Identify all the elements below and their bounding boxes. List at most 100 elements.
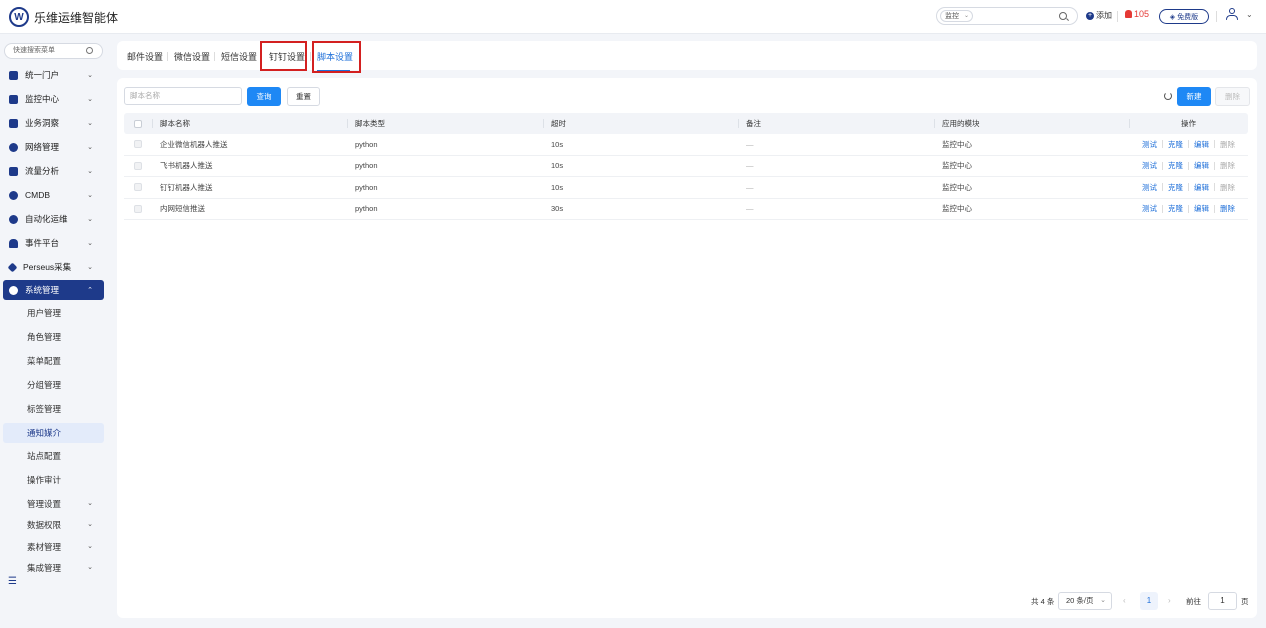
diamond-icon [7, 262, 18, 272]
page-number-current[interactable]: 1 [1140, 592, 1158, 610]
sidebar-subitem-groups[interactable]: 分组管理 [3, 375, 104, 395]
sidebar-item-label: 网络管理 [25, 142, 60, 152]
collapse-menu-icon[interactable]: ☰ [8, 576, 17, 587]
clone-link[interactable]: 克隆 [1168, 160, 1183, 171]
alerts-button[interactable]: 105 [1125, 9, 1149, 19]
prev-page-icon[interactable]: ‹ [1123, 596, 1126, 605]
sidebar-subitem-admin-settings[interactable]: 管理设置 ⌄ [3, 494, 104, 514]
chevron-down-icon: ⌄ [87, 521, 93, 528]
chevron-down-icon: ⌄ [87, 120, 93, 127]
delete-link[interactable]: 删除 [1220, 139, 1235, 150]
table-row[interactable]: 企业微信机器人推送 python 10s — 监控中心 测试 克隆 编辑 删除 [124, 134, 1248, 156]
delete-link[interactable]: 删除 [1220, 182, 1235, 193]
sidebar-item-automation[interactable]: 自动化运维 ⌄ [3, 209, 104, 229]
script-name-input[interactable]: 脚本名称 [124, 87, 242, 105]
page-size-select[interactable]: 20 条/页 ⌄ [1058, 592, 1112, 610]
header-checkbox-cell [124, 113, 152, 134]
sidebar-subitem-notify-media[interactable]: 通知媒介 [3, 423, 104, 443]
clone-link[interactable]: 克隆 [1168, 139, 1183, 150]
search-icon [86, 47, 93, 54]
sidebar-subitem-users[interactable]: 用户管理 [3, 303, 104, 323]
sidebar-item-portal[interactable]: 统一门户 ⌄ [3, 65, 104, 85]
search-icon[interactable] [1059, 12, 1067, 20]
app-logo-icon[interactable]: W [9, 7, 29, 27]
test-link[interactable]: 测试 [1142, 182, 1157, 193]
query-button[interactable]: 查询 [247, 87, 281, 106]
user-avatar-icon[interactable] [1226, 8, 1238, 21]
sidebar-subitem-tags[interactable]: 标签管理 [3, 399, 104, 419]
chevron-down-icon: ⌄ [87, 500, 93, 507]
chevron-down-icon: ⌄ [87, 144, 93, 151]
highlight-box-script [312, 41, 361, 73]
add-button[interactable]: + 添加 [1086, 10, 1112, 21]
script-list-panel: 脚本名称 查询 重置 新建 删除 脚本名称 脚本类型 超时 备注 应用的模块 操… [117, 78, 1257, 618]
sidebar-subitem-roles[interactable]: 角色管理 [3, 327, 104, 347]
sidebar-item-label: 统一门户 [25, 70, 60, 80]
edit-link[interactable]: 编辑 [1194, 182, 1209, 193]
sidebar-subitem-menus[interactable]: 菜单配置 [3, 351, 104, 371]
sidebar-subitem-audit[interactable]: 操作审计 [3, 470, 104, 490]
refresh-icon[interactable] [1164, 92, 1172, 100]
script-name: 飞书机器人推送 [160, 161, 213, 171]
sidebar-item-monitor[interactable]: 监控中心 ⌄ [3, 89, 104, 109]
sidebar-subitem-label: 数据权限 [27, 520, 62, 530]
tab-email[interactable]: 邮件设置 [127, 50, 163, 63]
delete-button[interactable]: 删除 [1215, 87, 1250, 106]
sidebar-subitem-data-permission[interactable]: 数据权限 ⌄ [3, 515, 104, 535]
sidebar-subitem-assets[interactable]: 素材管理 ⌄ [3, 537, 104, 557]
sidebar-subitem-site-config[interactable]: 站点配置 [3, 446, 104, 466]
clone-link[interactable]: 克隆 [1168, 182, 1183, 193]
script-note: — [746, 161, 754, 171]
edit-link[interactable]: 编辑 [1194, 203, 1209, 214]
chevron-down-icon: ⌄ [87, 168, 93, 175]
sidebar-subitem-integration[interactable]: 集成管理 ⌄ [3, 558, 104, 578]
test-link[interactable]: 测试 [1142, 139, 1157, 150]
sidebar-item-system[interactable]: 系统管理 ⌃ [3, 280, 104, 300]
script-type: python [355, 139, 378, 149]
table-row[interactable]: 飞书机器人推送 python 10s — 监控中心 测试 克隆 编辑 删除 [124, 156, 1248, 177]
free-edition-badge[interactable]: ◈ 免费版 [1159, 9, 1209, 24]
row-checkbox[interactable] [134, 183, 142, 192]
column-header: 备注 [738, 113, 934, 134]
tab-wechat[interactable]: 微信设置 [174, 50, 210, 63]
new-button[interactable]: 新建 [1177, 87, 1211, 106]
edit-link[interactable]: 编辑 [1194, 160, 1209, 171]
script-name: 内网短信推送 [160, 204, 205, 214]
script-module: 监控中心 [942, 139, 972, 149]
global-search-input[interactable]: 监控 ⌄ [936, 7, 1078, 25]
menu-search-input[interactable]: 快速搜索菜单 [4, 43, 103, 59]
next-page-icon[interactable]: › [1168, 596, 1171, 605]
search-scope-select[interactable]: 监控 ⌄ [940, 10, 973, 22]
row-checkbox[interactable] [134, 204, 142, 213]
sidebar-item-insight[interactable]: 业务洞察 ⌄ [3, 113, 104, 133]
clone-link[interactable]: 克隆 [1168, 203, 1183, 214]
row-checkbox[interactable] [134, 140, 142, 149]
free-edition-label: 免费版 [1177, 13, 1199, 21]
goto-page-input[interactable]: 1 [1208, 592, 1237, 610]
edit-link[interactable]: 编辑 [1194, 139, 1209, 150]
alert-count: 105 [1134, 9, 1150, 19]
column-header: 应用的模块 [934, 113, 1129, 134]
sidebar-item-label: 业务洞察 [25, 118, 60, 128]
test-link[interactable]: 测试 [1142, 160, 1157, 171]
chevron-down-icon[interactable]: ⌄ [1246, 10, 1253, 19]
sidebar-item-events[interactable]: 事件平台 ⌄ [3, 233, 104, 253]
delete-link[interactable]: 删除 [1220, 203, 1235, 214]
tab-sms[interactable]: 短信设置 [221, 50, 257, 63]
settings-icon [9, 285, 18, 295]
row-actions: 测试 克隆 编辑 删除 [1129, 134, 1248, 155]
sidebar-item-network[interactable]: 网络管理 ⌄ [3, 137, 104, 157]
table-row[interactable]: 内网短信推送 python 30s — 监控中心 测试 克隆 编辑 删除 [124, 199, 1248, 220]
reset-button[interactable]: 重置 [287, 87, 320, 106]
sidebar-item-perseus[interactable]: Perseus采集 ⌄ [3, 257, 104, 277]
script-note: — [746, 139, 754, 149]
delete-link[interactable]: 删除 [1220, 160, 1235, 171]
sidebar-item-cmdb[interactable]: CMDB ⌄ [3, 185, 104, 205]
sidebar-item-traffic[interactable]: 流量分析 ⌄ [3, 161, 104, 181]
table-row[interactable]: 钉钉机器人推送 python 10s — 监控中心 测试 克隆 编辑 删除 [124, 177, 1248, 199]
row-checkbox[interactable] [134, 161, 142, 170]
add-label: 添加 [1096, 11, 1112, 20]
sidebar-item-label: 流量分析 [25, 166, 60, 176]
select-all-checkbox[interactable] [134, 119, 142, 128]
test-link[interactable]: 测试 [1142, 203, 1157, 214]
